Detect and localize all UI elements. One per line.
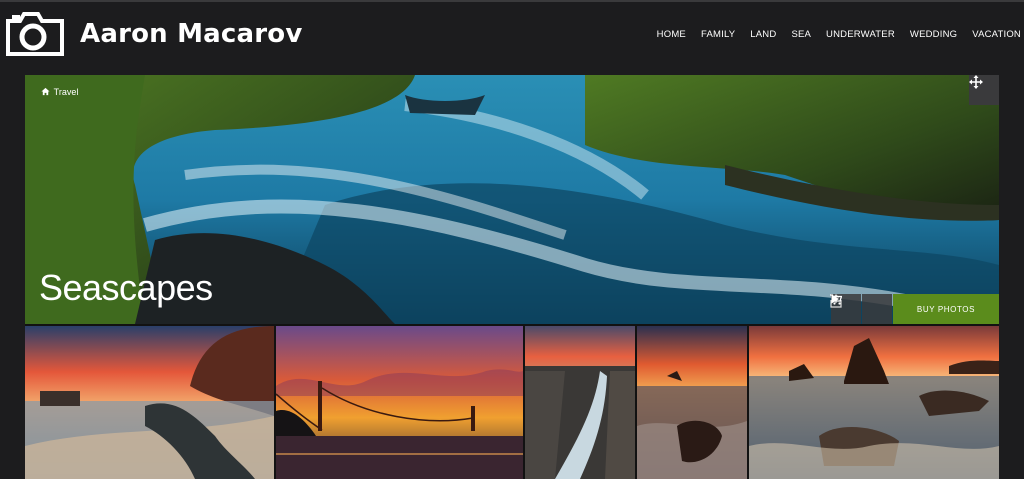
move-button[interactable] [969,75,999,105]
hero-banner: › Travel Seascapes [25,75,999,324]
nav-underwater[interactable]: UNDERWATER [826,29,895,40]
thumbnail-image [749,326,999,479]
nav-vacation[interactable]: VACATION [972,29,1021,40]
site-title[interactable]: Aaron Macarov [80,19,303,49]
thumbnail-5[interactable] [749,326,999,479]
play-slideshow-button[interactable] [831,294,892,324]
buy-photos-label: BUY PHOTOS [916,304,976,314]
nav-family[interactable]: FAMILY [701,29,735,40]
thumbnail-1[interactable] [25,326,274,479]
nav-wedding[interactable]: WEDDING [910,29,957,40]
nav-land[interactable]: LAND [750,29,776,40]
gallery: › Travel Seascapes [25,75,999,479]
thumbnail-3[interactable] [525,326,635,479]
cart-icon [830,294,842,305]
site-logo[interactable]: Aaron Macarov [4,12,303,56]
thumbnail-image [637,326,747,479]
nav-sea[interactable]: SEA [791,29,811,40]
top-bar: Aaron Macarov HOME FAMILY LAND SEA UNDER… [0,0,1024,70]
hero-actions: BUY PHOTOS [830,294,999,324]
home-icon[interactable] [41,87,50,96]
thumbnail-image [25,326,274,479]
thumbnail-image [525,326,635,479]
thumbnail-2[interactable] [276,326,523,479]
thumbnail-image [276,326,523,479]
page-title: Seascapes [39,267,213,308]
move-arrows-icon [969,75,983,89]
nav-home[interactable]: HOME [657,29,686,40]
camera-icon [6,12,64,56]
breadcrumb-current[interactable]: Travel [54,87,79,97]
thumbnail-4[interactable] [637,326,747,479]
main-nav: HOME FAMILY LAND SEA UNDERWATER WEDDING … [642,29,1021,40]
breadcrumb: › Travel [41,87,78,97]
buy-photos-button[interactable]: BUY PHOTOS [830,294,999,324]
